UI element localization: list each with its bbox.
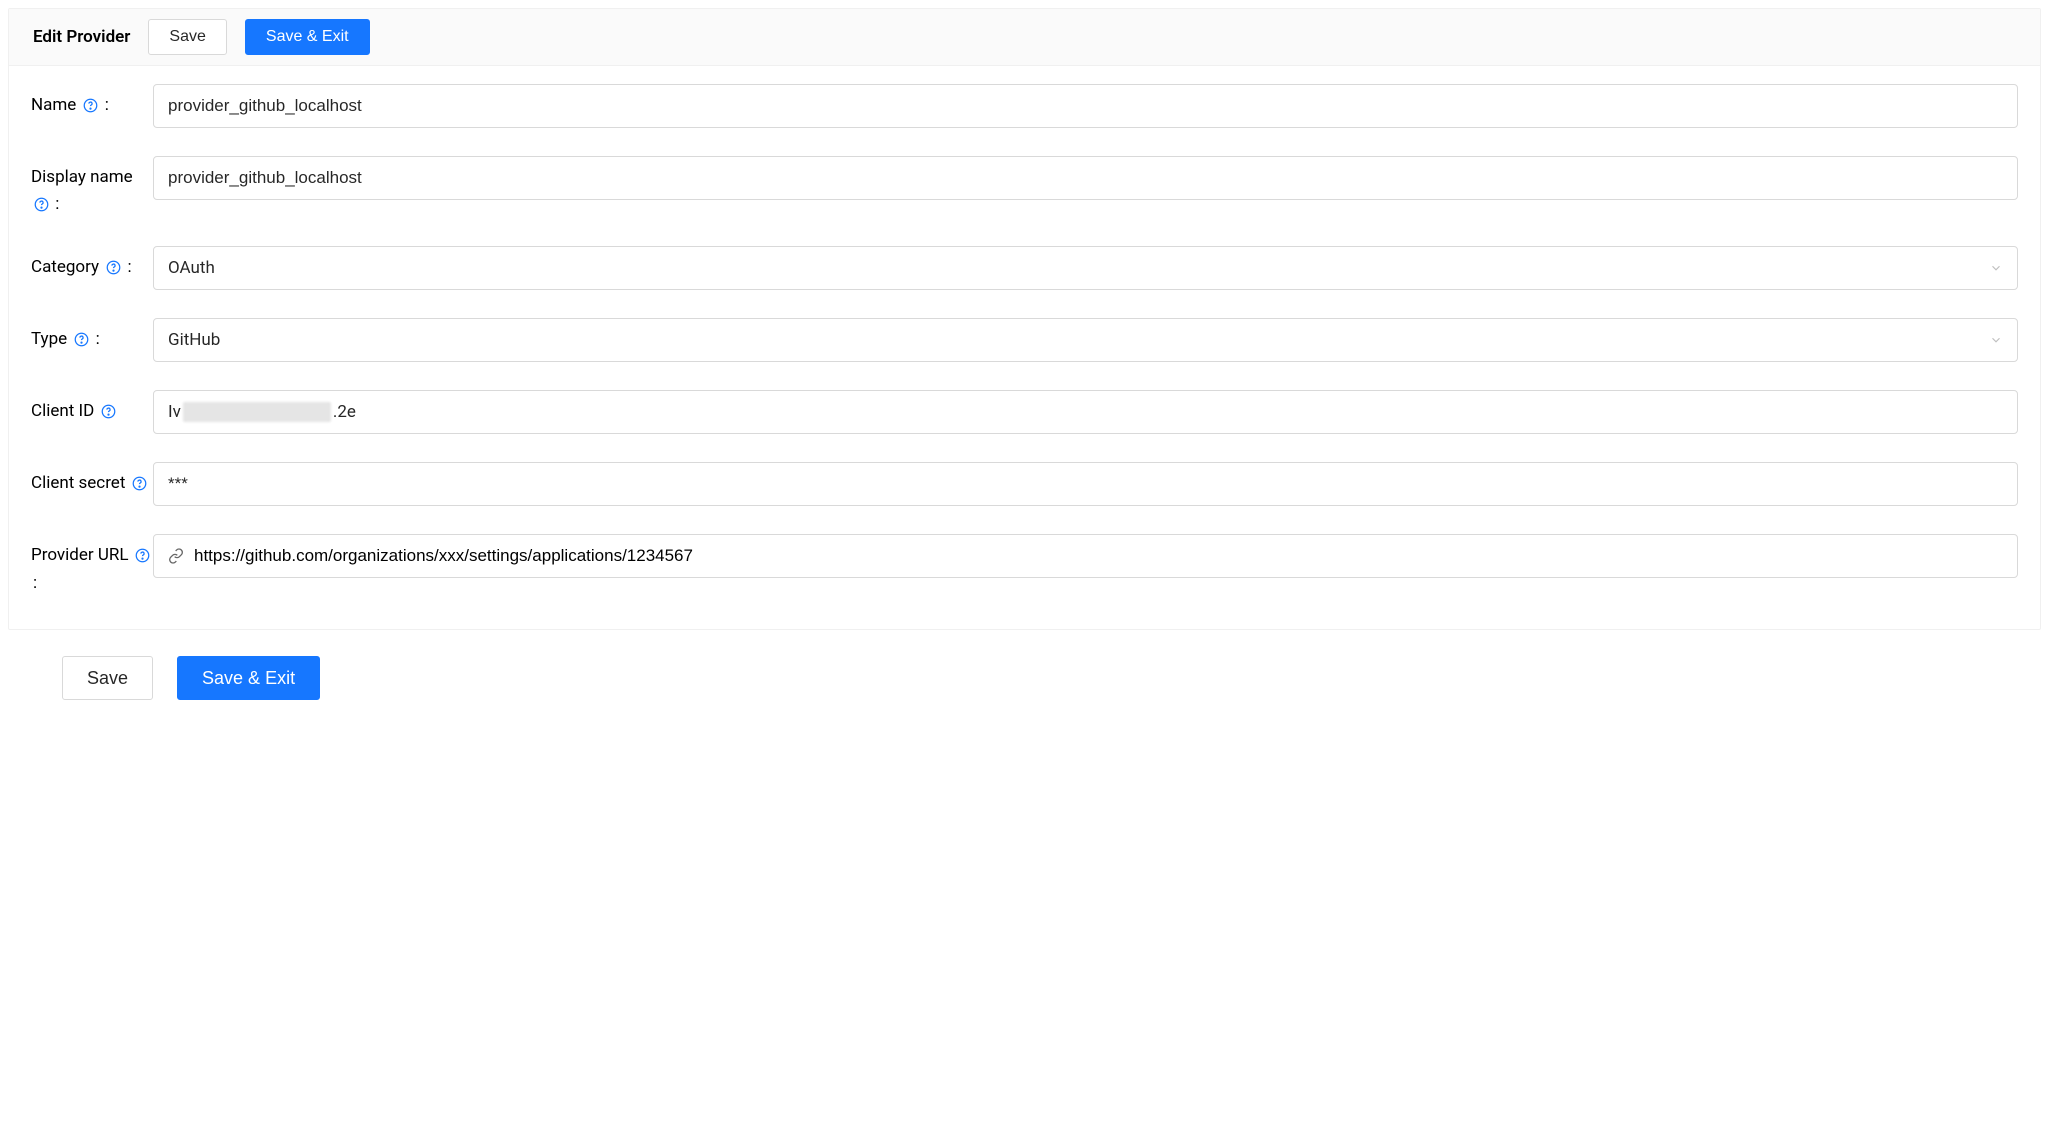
help-icon[interactable] — [135, 548, 151, 564]
label-client-secret: Client secret — [31, 462, 153, 497]
field-provider-url: Provider URL : — [31, 534, 2018, 596]
label-type: Type : — [31, 318, 153, 353]
edit-provider-card: Edit Provider Save Save & Exit Name : Di… — [8, 8, 2041, 630]
provider-url-input[interactable] — [194, 535, 2003, 577]
save-exit-button-header[interactable]: Save & Exit — [245, 19, 370, 55]
help-icon[interactable] — [105, 260, 121, 276]
field-category: Category : OAuth — [31, 246, 2018, 290]
footer-actions: Save Save & Exit — [8, 630, 2041, 728]
save-button-footer[interactable]: Save — [62, 656, 153, 700]
category-select[interactable]: OAuth — [153, 246, 2018, 290]
label-category: Category : — [31, 246, 153, 281]
label-client-id: Client ID — [31, 390, 153, 425]
help-icon[interactable] — [33, 197, 49, 213]
help-icon[interactable] — [73, 332, 89, 348]
chevron-down-icon — [1989, 261, 2003, 275]
save-exit-button-footer[interactable]: Save & Exit — [177, 656, 320, 700]
client-secret-input[interactable] — [153, 462, 2018, 506]
label-name: Name : — [31, 84, 153, 119]
redacted-content — [183, 402, 331, 422]
field-type: Type : GitHub — [31, 318, 2018, 362]
help-icon[interactable] — [101, 404, 117, 420]
provider-url-input-wrap — [153, 534, 2018, 578]
field-client-id: Client ID Iv .2e — [31, 390, 2018, 434]
label-display-name: Display name : — [31, 156, 153, 218]
type-select[interactable]: GitHub — [153, 318, 2018, 362]
help-icon[interactable] — [83, 98, 99, 114]
client-id-input[interactable]: Iv .2e — [153, 390, 2018, 434]
form-body: Name : Display name : — [9, 66, 2040, 629]
card-header: Edit Provider Save Save & Exit — [9, 9, 2040, 66]
page-title: Edit Provider — [33, 27, 130, 47]
help-icon[interactable] — [132, 476, 148, 492]
link-icon — [168, 548, 184, 564]
chevron-down-icon — [1989, 333, 2003, 347]
save-button-header[interactable]: Save — [148, 19, 226, 55]
field-name: Name : — [31, 84, 2018, 128]
type-value: GitHub — [168, 330, 220, 350]
field-display-name: Display name : — [31, 156, 2018, 218]
category-value: OAuth — [168, 258, 215, 278]
name-input[interactable] — [153, 84, 2018, 128]
label-provider-url: Provider URL : — [31, 534, 153, 596]
display-name-input[interactable] — [153, 156, 2018, 200]
field-client-secret: Client secret — [31, 462, 2018, 506]
